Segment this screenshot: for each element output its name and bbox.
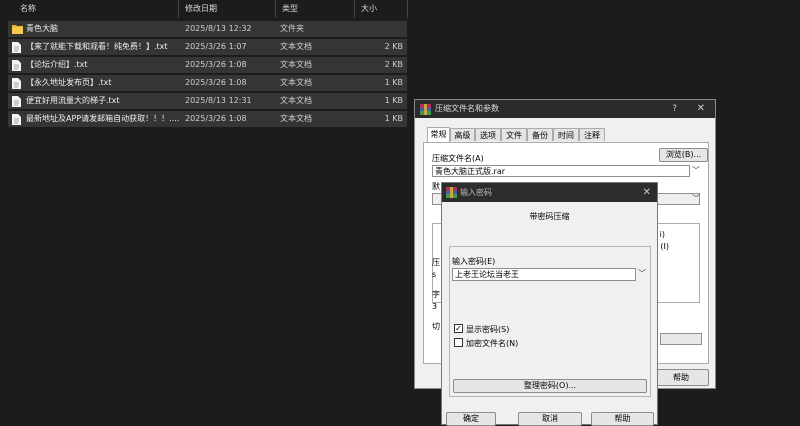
file-row[interactable]: 青色大脑 2025/8/13 12:32 文件夹	[8, 21, 407, 37]
password-dialog-titlebar[interactable]: 输入密码 ✕	[442, 183, 657, 202]
partial-text: i)	[659, 230, 665, 239]
file-type: 文本文档	[280, 42, 312, 51]
tab-options[interactable]: 选项	[475, 128, 501, 141]
file-row[interactable]: 【来了就能下载和观看！纯免费！】.txt 2025/3/26 1:07 文本文档…	[8, 39, 407, 55]
file-type: 文本文档	[280, 60, 312, 69]
file-name: 【来了就能下载和观看！纯免费！】.txt	[26, 42, 168, 51]
file-size: 2 KB	[384, 42, 403, 51]
winrar-icon	[420, 104, 431, 117]
partial-text: (I)	[660, 242, 669, 251]
column-type[interactable]: 类型	[276, 0, 354, 18]
ok-button[interactable]: 确定	[446, 412, 496, 426]
file-list-header: 名称 修改日期 类型 大小	[0, 0, 410, 18]
file-name: 【论坛介绍】.txt	[26, 60, 88, 69]
close-icon[interactable]: ✕	[697, 100, 705, 118]
archive-name-input[interactable]: 青色大脑正式版.rar	[432, 165, 690, 177]
file-modified: 2025/3/26 1:08	[185, 78, 247, 87]
file-row[interactable]: 【论坛介绍】.txt 2025/3/26 1:08 文本文档 2 KB	[8, 57, 407, 73]
file-name: 青色大脑	[26, 24, 58, 33]
file-row[interactable]: 【永久地址发布页】.txt 2025/3/26 1:08 文本文档 1 KB	[8, 75, 407, 91]
password-dialog-title: 输入密码	[460, 188, 492, 197]
folder-icon	[12, 24, 23, 36]
password-input[interactable]: 上老王论坛当老王	[452, 268, 636, 281]
file-name: 【永久地址发布页】.txt	[26, 78, 112, 87]
archive-name-label: 压缩文件名(A)	[432, 154, 484, 163]
tab-time[interactable]: 时间	[553, 128, 579, 141]
browse-button[interactable]: 浏览(B)...	[659, 148, 708, 162]
cancel-button[interactable]: 取消	[518, 412, 582, 426]
file-list: 青色大脑 2025/8/13 12:32 文件夹 【来了就能下载和观看！纯免费！…	[8, 21, 407, 129]
tab-general[interactable]: 常规	[427, 127, 450, 142]
partial-label: 3	[432, 302, 438, 311]
file-type: 文本文档	[280, 78, 312, 87]
archive-dialog-titlebar[interactable]: 压缩文件名和参数 ? ✕	[415, 100, 715, 118]
password-group: 输入密码(E) 上老王论坛当老王 ﹀ ✓ 显示密码(S) 加密文件名(N) 整理…	[449, 246, 651, 397]
help-button[interactable]: 帮助	[653, 369, 709, 386]
close-icon[interactable]: ✕	[643, 183, 651, 202]
partial-label: s	[432, 270, 437, 279]
file-modified: 2025/3/26 1:07	[185, 42, 247, 51]
text-file-icon	[12, 78, 21, 91]
tab-backup[interactable]: 备份	[527, 128, 553, 141]
tab-advanced[interactable]: 高级	[450, 128, 475, 141]
file-name: 最新地址及APP请发邮箱自动获取！！！....	[26, 114, 180, 123]
organize-passwords-button[interactable]: 整理密码(O)...	[453, 379, 647, 393]
text-file-icon	[12, 114, 21, 127]
column-modified[interactable]: 修改日期	[179, 0, 275, 18]
file-row[interactable]: 最新地址及APP请发邮箱自动获取！！！.... 2025/3/26 1:08 文…	[8, 111, 407, 127]
archive-dialog-title: 压缩文件名和参数	[435, 104, 499, 113]
encrypt-filenames-checkbox[interactable]	[454, 338, 463, 347]
password-dialog: 输入密码 ✕ 带密码压缩 输入密码(E) 上老王论坛当老王 ﹀ ✓ 显示密码(S…	[441, 182, 658, 426]
partial-label: 字	[432, 290, 440, 299]
file-size: 2 KB	[384, 60, 403, 69]
file-size: 1 KB	[384, 78, 403, 87]
column-separator[interactable]	[407, 0, 408, 18]
text-file-icon	[12, 96, 21, 109]
file-size: 1 KB	[384, 96, 403, 105]
text-file-icon	[12, 42, 21, 55]
column-name[interactable]: 名称	[14, 0, 179, 18]
password-heading: 带密码压缩	[529, 212, 570, 221]
tab-comment[interactable]: 注释	[579, 128, 605, 141]
partial-label: 切	[432, 322, 440, 331]
help-icon[interactable]: ?	[672, 100, 677, 118]
partial-label: 默	[432, 182, 440, 191]
file-size: 1 KB	[384, 114, 403, 123]
set-password-button-edge[interactable]	[660, 333, 702, 345]
file-modified: 2025/3/26 1:08	[185, 114, 247, 123]
file-name: 便宜好用流量大的梯子.txt	[26, 96, 120, 105]
file-type: 文本文档	[280, 96, 312, 105]
text-file-icon	[12, 60, 21, 73]
column-size[interactable]: 大小	[355, 0, 407, 18]
winrar-icon	[446, 187, 457, 200]
password-label: 输入密码(E)	[452, 257, 496, 266]
show-password-label[interactable]: 显示密码(S)	[466, 324, 509, 335]
file-type: 文本文档	[280, 114, 312, 123]
file-modified: 2025/8/13 12:31	[185, 96, 252, 105]
chevron-down-icon[interactable]: ﹀	[692, 165, 700, 176]
chevron-down-icon[interactable]: ﹀	[638, 268, 646, 279]
encrypt-filenames-label[interactable]: 加密文件名(N)	[466, 338, 518, 349]
chevron-down-icon[interactable]: ﹀	[692, 193, 700, 204]
show-password-checkbox[interactable]: ✓	[454, 324, 463, 333]
file-row[interactable]: 便宜好用流量大的梯子.txt 2025/8/13 12:31 文本文档 1 KB	[8, 93, 407, 109]
file-modified: 2025/3/26 1:08	[185, 60, 247, 69]
tab-files[interactable]: 文件	[501, 128, 527, 141]
partial-label: 压	[432, 258, 440, 267]
file-type: 文件夹	[280, 24, 304, 33]
help-button[interactable]: 帮助	[591, 412, 654, 426]
file-modified: 2025/8/13 12:32	[185, 24, 252, 33]
